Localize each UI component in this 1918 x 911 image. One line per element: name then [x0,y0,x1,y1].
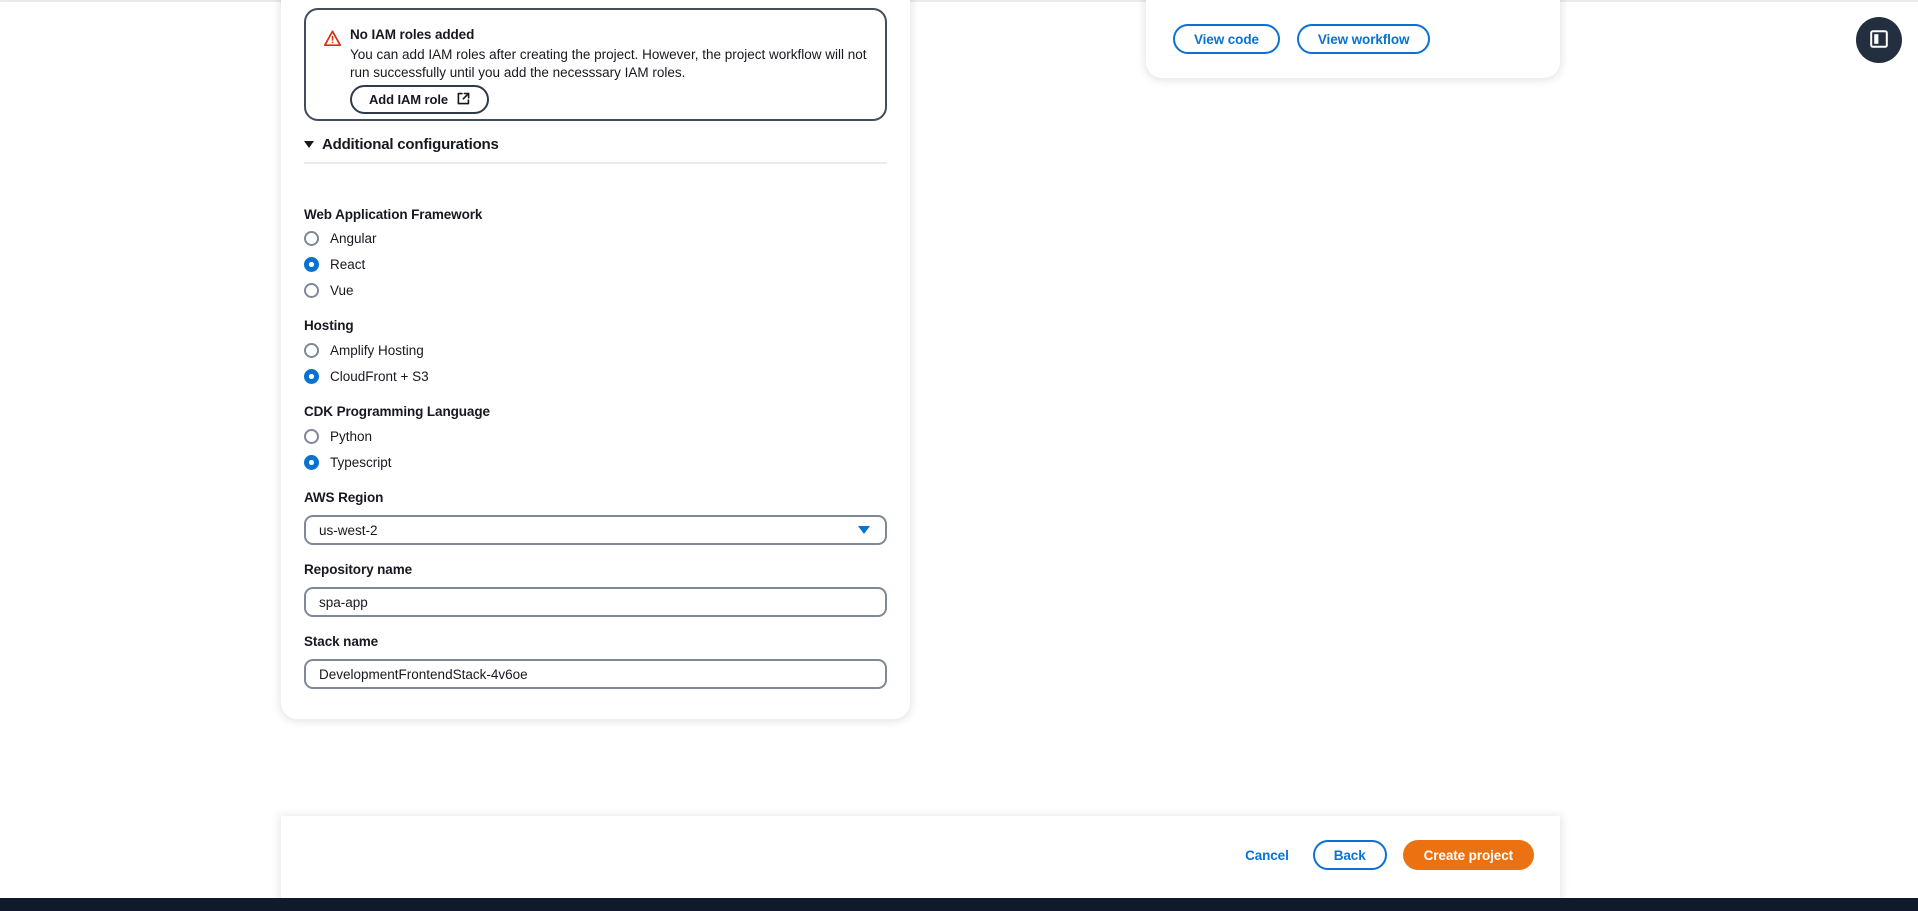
radio-indicator [304,455,319,470]
radio-option-vue[interactable]: Vue [304,283,354,298]
hosting-label: Hosting [304,318,354,333]
radio-label: Angular [330,231,377,246]
web-application-framework-label: Web Application Framework [304,207,483,222]
cancel-button[interactable]: Cancel [1237,840,1297,870]
app-root: No IAM roles added You can add IAM roles… [0,0,1918,911]
radio-option-angular[interactable]: Angular [304,231,377,246]
stack-name-label: Stack name [304,634,379,649]
no-iam-roles-alert: No IAM roles added You can add IAM roles… [304,8,887,121]
radio-option-amplify-hosting[interactable]: Amplify Hosting [304,343,424,358]
repository-name-label: Repository name [304,562,413,577]
stack-name-value: DevelopmentFrontendStack-4v6oe [319,666,528,682]
radio-label: Amplify Hosting [330,343,424,358]
radio-label: React [330,257,366,272]
radio-option-python[interactable]: Python [304,429,372,444]
repository-name-value: spa-app [319,594,368,610]
radio-label: Python [330,429,373,444]
console-bottom-strip [0,898,1918,911]
aws-region-value: us-west-2 [319,522,378,538]
additional-configurations-title: Additional configurations [322,136,499,153]
radio-label: Vue [330,283,354,298]
radio-option-react[interactable]: React [304,257,365,272]
create-project-button[interactable]: Create project [1402,840,1534,870]
radio-indicator [304,429,319,444]
radio-indicator [304,257,319,272]
footer-action-bar: Cancel Back Create project [281,816,1560,898]
add-iam-role-label: Add IAM role [369,92,448,107]
side-panel-actions: View code View workflow [1173,24,1431,54]
radio-indicator [304,283,319,298]
view-code-button[interactable]: View code [1173,24,1280,54]
back-button[interactable]: Back [1312,840,1387,870]
warning-triangle-icon [323,30,342,47]
additional-configurations-toggle[interactable]: Additional configurations [304,136,499,153]
panel-toggle-icon [1869,29,1889,52]
chevron-down-icon [304,141,314,148]
radio-label: CloudFront + S3 [330,369,429,384]
cdk-programming-language-label: CDK Programming Language [304,404,490,419]
external-link-icon [457,92,470,108]
caret-down-icon [858,526,870,534]
radio-label: Typescript [330,455,392,470]
aws-region-label: AWS Region [304,490,384,505]
radio-option-cloudfront-s3[interactable]: CloudFront + S3 [304,369,429,384]
stack-name-input[interactable]: DevelopmentFrontendStack-4v6oe [304,659,887,689]
left-nav-rail [0,2,278,898]
radio-indicator [304,343,319,358]
repository-name-input[interactable]: spa-app [304,587,887,617]
alert-title: No IAM roles added [350,27,475,42]
radio-indicator [304,231,319,246]
footer-actions: Cancel Back Create project [1237,840,1534,870]
view-workflow-button[interactable]: View workflow [1296,24,1431,54]
aws-region-select[interactable]: us-west-2 [304,515,887,545]
radio-indicator [304,369,319,384]
radio-option-typescript[interactable]: Typescript [304,455,392,470]
panel-toggle-button[interactable] [1856,17,1902,63]
section-divider [304,162,887,164]
alert-body: You can add IAM roles after creating the… [350,47,867,80]
add-iam-role-button[interactable]: Add IAM role [350,85,489,114]
